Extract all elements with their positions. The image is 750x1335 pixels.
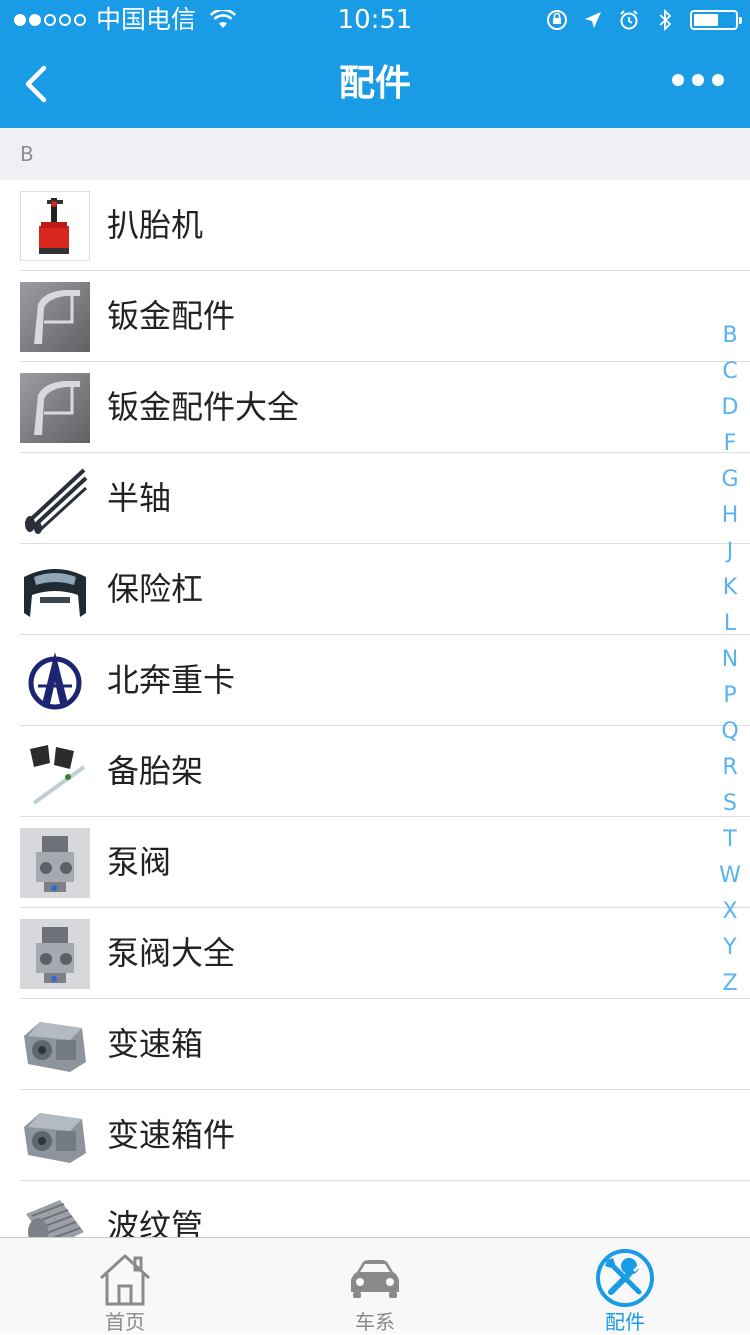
list-item[interactable]: 波纹管 xyxy=(0,1181,750,1237)
status-bar: 中国电信 10:51 xyxy=(0,0,750,40)
list-item-label: 北奔重卡 xyxy=(107,661,236,699)
list-item-label: 泵阀 xyxy=(107,843,172,881)
beiben-logo-thumb xyxy=(20,646,90,716)
index-letter[interactable]: P xyxy=(718,678,742,714)
list-item-label: 变速箱件 xyxy=(107,1116,236,1154)
alarm-clock-icon xyxy=(618,9,640,31)
home-icon xyxy=(99,1254,151,1306)
pump-valve-thumb xyxy=(20,828,90,898)
index-letter[interactable]: X xyxy=(718,894,742,930)
pump-valve-thumb xyxy=(20,919,90,989)
parts-list: 扒胎机 钣金配件 钣金配件大全 半轴 保险杠 北奔重卡 备胎架 泵阀 泵阀大全 … xyxy=(0,180,750,1237)
list-item-label: 变速箱 xyxy=(107,1025,204,1063)
list-item-label: 备胎架 xyxy=(107,752,204,790)
tab-label: 车系 xyxy=(355,1310,395,1334)
index-letter[interactable]: C xyxy=(718,354,742,390)
rotation-lock-icon xyxy=(546,9,568,31)
navigation-bar: 配件 xyxy=(0,40,750,128)
more-dots-icon[interactable] xyxy=(672,74,724,86)
list-item[interactable]: 变速箱件 xyxy=(0,1090,750,1181)
list-item-label: 保险杠 xyxy=(107,570,204,608)
tab-bar: 首页 车系 配件 xyxy=(0,1237,750,1334)
bellows-thumb xyxy=(20,1192,90,1237)
list-item[interactable]: 扒胎机 xyxy=(0,180,750,271)
bluetooth-icon xyxy=(654,9,676,31)
tab-home[interactable]: 首页 xyxy=(0,1238,250,1335)
list-item-label: 钣金配件大全 xyxy=(107,388,300,426)
alphabet-index[interactable]: B C D F G H J K L N P Q R S T W X Y Z xyxy=(718,318,742,1002)
index-letter[interactable]: S xyxy=(718,786,742,822)
list-item[interactable]: 泵阀 xyxy=(0,817,750,908)
section-letter: B xyxy=(20,142,34,166)
index-letter[interactable]: Y xyxy=(718,930,742,966)
index-letter[interactable]: K xyxy=(718,570,742,606)
index-letter[interactable]: W xyxy=(718,858,742,894)
list-item-label: 半轴 xyxy=(107,479,172,517)
tools-icon xyxy=(596,1249,654,1307)
battery-icon xyxy=(690,10,742,30)
sheet-metal-thumb xyxy=(20,282,90,352)
list-item-label: 泵阀大全 xyxy=(107,934,236,972)
index-letter[interactable]: J xyxy=(718,534,742,570)
car-icon xyxy=(351,1260,399,1298)
tab-label: 首页 xyxy=(105,1310,145,1334)
index-letter[interactable]: N xyxy=(718,642,742,678)
location-arrow-icon xyxy=(582,9,604,31)
list-item-label: 扒胎机 xyxy=(107,206,204,244)
gearbox-thumb xyxy=(20,1010,90,1080)
index-letter[interactable]: B xyxy=(718,318,742,354)
index-letter[interactable]: D xyxy=(718,390,742,426)
sheet-metal-thumb xyxy=(20,373,90,443)
list-item[interactable]: 泵阀大全 xyxy=(0,908,750,999)
tab-car-series[interactable]: 车系 xyxy=(250,1238,500,1335)
tab-label: 配件 xyxy=(605,1310,645,1334)
list-item-label: 波纹管 xyxy=(107,1207,204,1237)
list-item[interactable]: 北奔重卡 xyxy=(0,635,750,726)
index-letter[interactable]: F xyxy=(718,426,742,462)
list-item[interactable]: 钣金配件大全 xyxy=(0,362,750,453)
half-shaft-thumb xyxy=(20,464,90,534)
index-letter[interactable]: R xyxy=(718,750,742,786)
section-header: B xyxy=(0,128,750,180)
index-letter[interactable]: Q xyxy=(718,714,742,750)
page-title: 配件 xyxy=(338,63,411,104)
list-item[interactable]: 半轴 xyxy=(0,453,750,544)
bumper-thumb xyxy=(20,555,90,625)
index-letter[interactable]: H xyxy=(718,498,742,534)
index-letter[interactable]: G xyxy=(718,462,742,498)
index-letter[interactable]: T xyxy=(718,822,742,858)
list-item[interactable]: 备胎架 xyxy=(0,726,750,817)
list-item-label: 钣金配件 xyxy=(107,297,236,335)
list-item[interactable]: 变速箱 xyxy=(0,999,750,1090)
spare-tire-carrier-thumb xyxy=(20,737,90,807)
tab-parts[interactable]: 配件 xyxy=(500,1238,750,1335)
gearbox-thumb xyxy=(20,1101,90,1171)
status-right xyxy=(546,6,742,34)
index-letter[interactable]: Z xyxy=(718,966,742,1002)
list-item[interactable]: 保险杠 xyxy=(0,544,750,635)
tire-changer-thumb xyxy=(20,191,90,261)
list-item[interactable]: 钣金配件 xyxy=(0,271,750,362)
index-letter[interactable]: L xyxy=(718,606,742,642)
